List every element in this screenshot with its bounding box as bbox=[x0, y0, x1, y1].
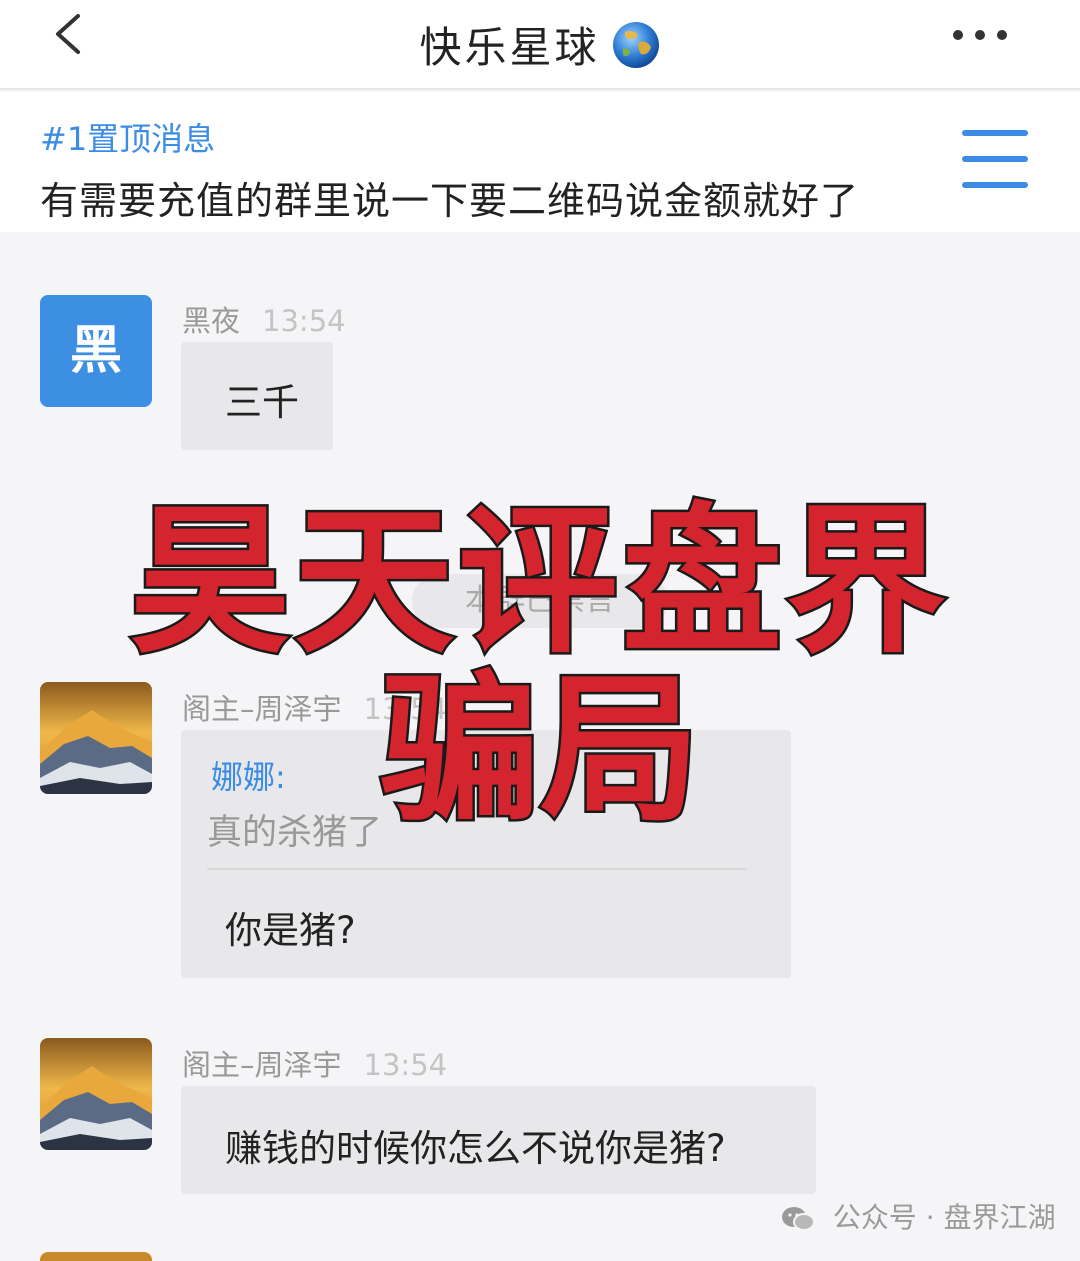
message-time: 13:54 bbox=[363, 1048, 448, 1082]
avatar[interactable] bbox=[40, 1038, 152, 1150]
message-text: 三千 bbox=[225, 381, 299, 424]
quote-divider bbox=[207, 868, 747, 870]
pinned-text: 有需要充值的群里说一下要二维码说金额就好了 bbox=[40, 179, 860, 223]
wechat-icon bbox=[782, 1207, 815, 1231]
sender-name: 阁主–周泽宇 bbox=[182, 1048, 342, 1082]
top-bar: 快乐星球 bbox=[0, 0, 1080, 90]
watermark: 公众号 · 盘界江湖 bbox=[780, 1196, 1056, 1234]
message-bubble[interactable]: 三千 bbox=[181, 342, 333, 450]
pinned-title: #1置顶消息 bbox=[40, 120, 216, 158]
globe-icon bbox=[612, 21, 659, 68]
group-name: 快乐星球 bbox=[419, 23, 600, 72]
avatar[interactable]: 黑 bbox=[40, 295, 152, 407]
message-text: 你是猪? bbox=[225, 909, 356, 952]
avatar[interactable] bbox=[40, 1252, 152, 1261]
watermark-text: 公众号 · 盘界江湖 bbox=[832, 1201, 1056, 1234]
sender-name: 黑夜 bbox=[182, 304, 241, 338]
hamburger-menu-icon[interactable] bbox=[962, 130, 1028, 190]
mountain-avatar-image bbox=[40, 1038, 152, 1150]
message-bubble[interactable]: 赚钱的时候你怎么不说你是猪? bbox=[181, 1086, 816, 1194]
pinned-message-bar[interactable]: #1置顶消息 有需要充值的群里说一下要二维码说金额就好了 bbox=[0, 92, 1080, 232]
message-text: 赚钱的时候你怎么不说你是猪? bbox=[225, 1127, 726, 1170]
chat-title: 快乐星球 bbox=[0, 14, 1080, 75]
message-header: 阁主–周泽宇 13:54 bbox=[182, 1042, 447, 1084]
message-time: 13:54 bbox=[262, 304, 346, 338]
overlay-title-line2: 骗局 bbox=[377, 654, 702, 846]
message-header: 黑夜 13:54 bbox=[182, 298, 346, 340]
more-dots-icon[interactable] bbox=[948, 20, 1012, 50]
